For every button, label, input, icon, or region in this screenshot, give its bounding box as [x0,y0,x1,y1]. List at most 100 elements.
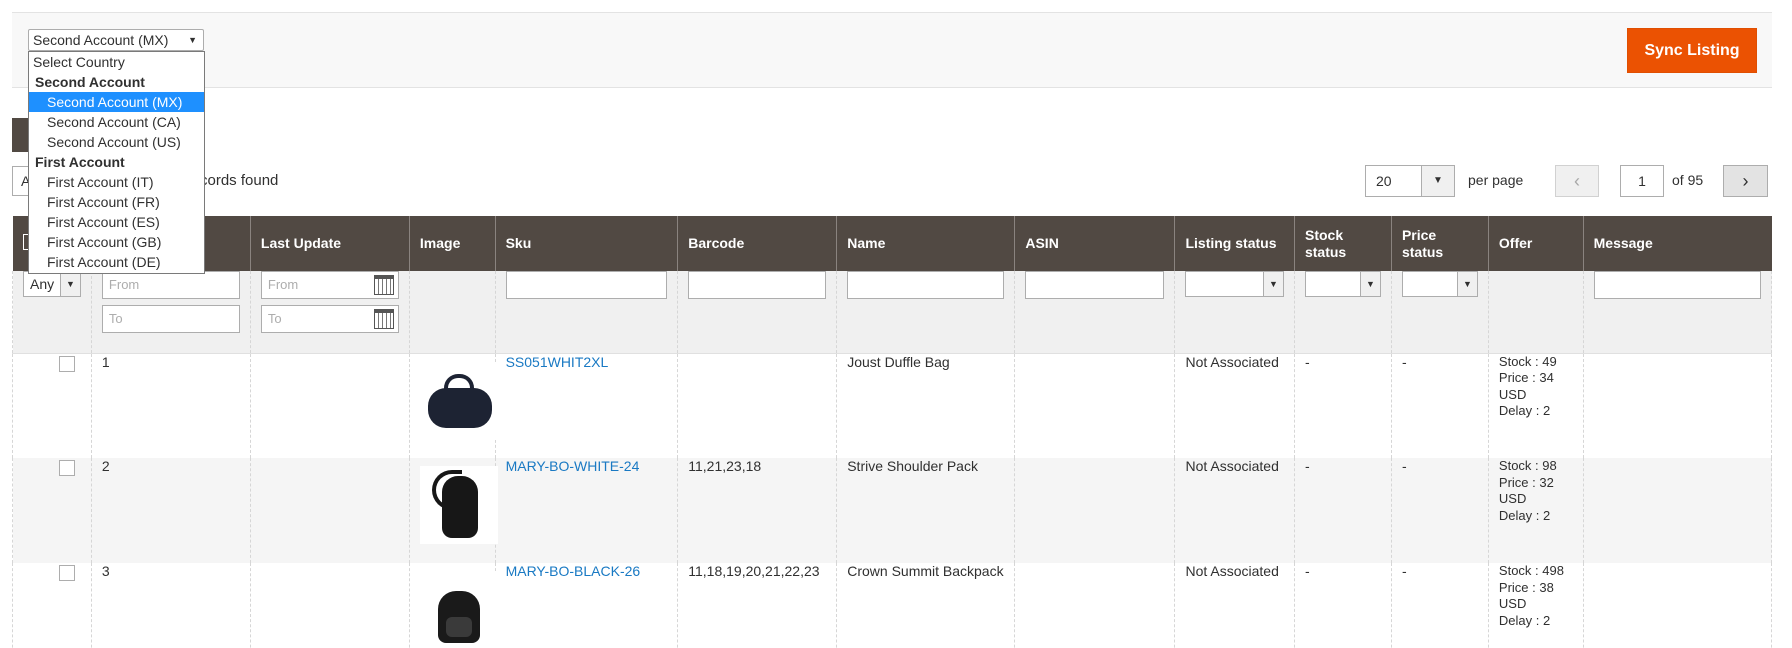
row-offer: Stock : 98 Price : 32 USD Delay : 2 [1487,458,1584,563]
row-image-cell [408,563,498,648]
row-barcode [677,353,838,458]
grid-header-row: Last Update Image Sku Barcode Name ASIN … [12,216,1772,271]
dropdown-option-second-us[interactable]: Second Account (US) [29,132,204,152]
row-last-update [249,353,410,458]
filter-name-cell [836,271,1016,354]
stock-status-filter-select[interactable]: ▼ [1304,271,1381,297]
dropdown-option-second-ca[interactable]: Second Account (CA) [29,112,204,132]
sku-link[interactable]: MARY-BO-BLACK-26 [506,563,641,579]
filter-row: Any ▼ From To From To ▼ ▼ ▼ [12,271,1773,354]
row-message [1582,353,1773,458]
sku-link[interactable]: MARY-BO-WHITE-24 [506,458,640,474]
col-name[interactable]: Name [836,216,1015,271]
filter-price-status-cell: ▼ [1390,271,1489,354]
dropdown-option-first-de[interactable]: First Account (DE) [29,252,204,272]
col-sku[interactable]: Sku [494,216,678,271]
row-price-status: - [1390,353,1489,458]
offer-delay: Delay : 2 [1498,507,1551,523]
asin-filter-input[interactable] [1025,271,1165,299]
name-filter-input[interactable] [847,271,1005,299]
col-asin[interactable]: ASIN [1014,216,1175,271]
filter-id-cell: From To [90,271,251,354]
row-offer: Stock : 49 Price : 34 USD Delay : 2 [1487,353,1584,458]
col-price-status[interactable]: Price status [1390,216,1489,271]
offer-currency: USD [1498,596,1527,611]
row-select-cell [12,563,92,648]
row-listing-status: Not Associated [1174,458,1295,563]
row-message [1582,563,1773,648]
sku-filter-input[interactable] [505,271,668,299]
offer-price: Price : 38 [1498,579,1554,595]
dropdown-option-placeholder[interactable]: Select Country [29,52,204,72]
any-filter-select[interactable]: Any ▼ [23,271,81,297]
chevron-down-icon: ▼ [60,272,80,296]
dropdown-arrow-icon: ▼ [188,35,197,45]
page-number-input[interactable]: 1 [1620,165,1664,197]
per-page-dropdown-icon[interactable]: ▼ [1421,166,1454,196]
calendar-icon[interactable] [373,309,394,329]
col-listing-status[interactable]: Listing status [1174,216,1295,271]
filter-asin-cell [1014,271,1176,354]
col-message[interactable]: Message [1582,216,1772,271]
offer-currency: USD [1498,386,1527,402]
row-barcode: 11,21,23,18 [677,458,838,563]
offer-stock: Stock : 98 [1498,458,1557,473]
offer-delay: Delay : 2 [1498,612,1551,628]
chevron-down-icon: ▼ [1262,272,1283,296]
per-page-select[interactable]: 20 ▼ [1365,165,1455,197]
table-row: 1 SS051WHIT2XL Joust Duffle Bag Not Asso… [12,353,1773,458]
row-image-cell [408,458,498,563]
country-select[interactable]: Second Account (MX) ▼ [28,29,204,51]
filter-select-cell: Any ▼ [12,271,92,354]
col-barcode[interactable]: Barcode [677,216,837,271]
row-checkbox[interactable] [59,460,75,476]
id-from-input[interactable]: From [101,271,240,299]
filter-last-update-cell: From To [249,271,410,354]
dropdown-option-first-it[interactable]: First Account (IT) [29,172,204,192]
row-name: Strive Shoulder Pack [836,458,1016,563]
country-dropdown-list: Select Country Second Account Second Acc… [28,51,205,274]
filter-stock-status-cell: ▼ [1293,271,1392,354]
row-listing-status: Not Associated [1174,563,1295,648]
row-price-status: - [1390,458,1489,563]
row-barcode: 11,18,19,20,21,22,23 [677,563,838,648]
date-from-input[interactable]: From [260,271,399,299]
calendar-icon[interactable] [373,275,394,295]
product-image-backpack [419,571,498,648]
row-name: Joust Duffle Bag [836,353,1016,458]
table-row: 2 MARY-BO-WHITE-24 11,21,23,18 Strive Sh… [12,458,1773,563]
row-id: 2 [90,458,251,563]
product-image-shoulder-pack [419,466,498,544]
table-row: 3 MARY-BO-BLACK-26 11,18,19,20,21,22,23 … [12,563,1773,648]
sku-link[interactable]: SS051WHIT2XL [506,354,609,370]
dropdown-option-second-mx[interactable]: Second Account (MX) [29,92,204,112]
row-sku: MARY-BO-BLACK-26 [494,563,679,648]
row-sku: MARY-BO-WHITE-24 [494,458,679,563]
barcode-filter-input[interactable] [688,271,827,299]
total-pages-label: of 95 [1672,172,1704,188]
col-last-update[interactable]: Last Update [249,216,410,271]
row-sku: SS051WHIT2XL [494,353,679,458]
next-page-button[interactable]: › [1723,165,1768,197]
row-image-cell [408,353,498,458]
date-from-placeholder: From [267,277,299,292]
col-offer[interactable]: Offer [1487,216,1584,271]
filter-image-cell [408,271,496,354]
row-checkbox[interactable] [59,565,75,581]
country-select-value: Second Account (MX) [33,32,169,48]
row-checkbox[interactable] [59,355,75,372]
listing-grid: Last Update Image Sku Barcode Name ASIN … [12,216,1773,648]
listing-status-filter-select[interactable]: ▼ [1185,271,1284,297]
dropdown-option-first-es[interactable]: First Account (ES) [29,212,204,232]
previous-page-button[interactable]: ‹ [1555,165,1599,197]
dropdown-option-first-fr[interactable]: First Account (FR) [29,192,204,212]
sync-listing-button[interactable]: Sync Listing [1627,28,1757,73]
id-to-input[interactable]: To [101,305,240,333]
dropdown-option-first-gb[interactable]: First Account (GB) [29,232,204,252]
date-to-input[interactable]: To [260,305,399,333]
price-status-filter-select[interactable]: ▼ [1401,271,1478,297]
row-last-update [249,563,410,648]
row-message [1582,458,1773,563]
col-stock-status[interactable]: Stock status [1293,216,1392,271]
message-filter-input[interactable] [1593,271,1761,299]
